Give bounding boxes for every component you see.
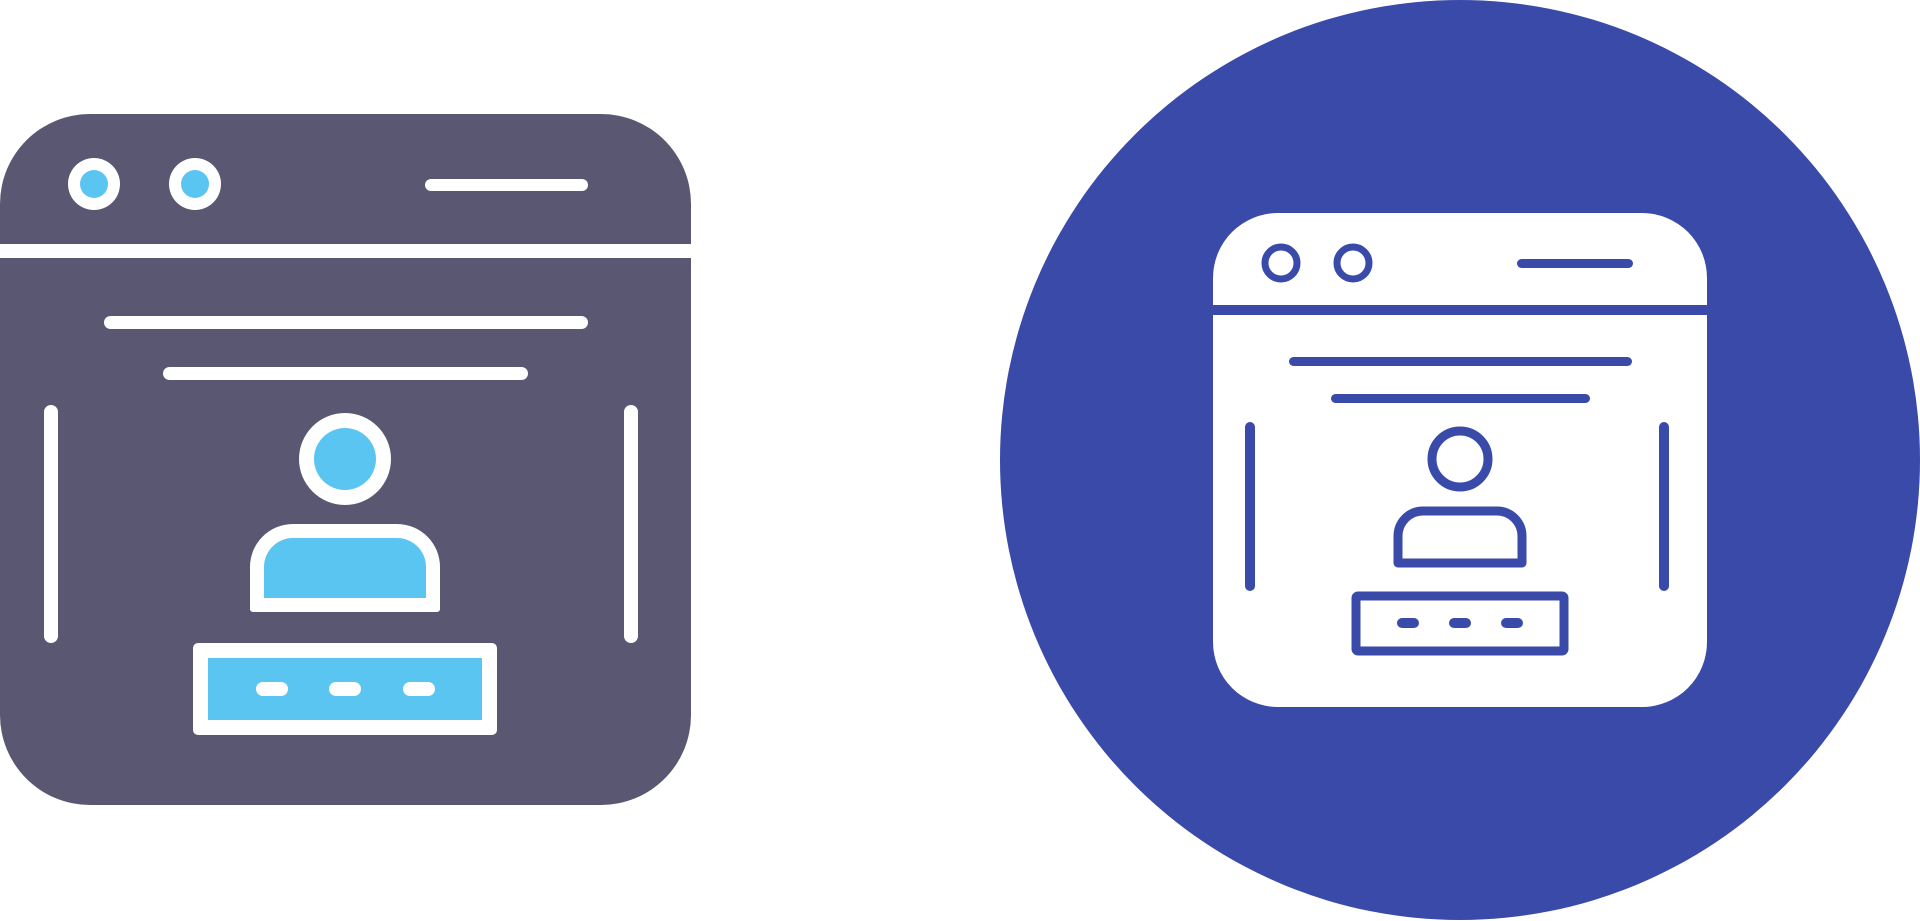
window-dot-fill xyxy=(80,170,108,198)
side-bar-right xyxy=(1659,422,1669,591)
password-dot xyxy=(256,682,288,696)
side-bar-left xyxy=(44,405,58,643)
title-bar-divider xyxy=(0,244,691,258)
text-line xyxy=(163,367,528,380)
browser-window-shape xyxy=(1213,213,1707,707)
address-bar-line xyxy=(425,179,588,191)
address-bar-line xyxy=(1517,259,1633,268)
password-dot xyxy=(403,682,435,696)
side-bar-right xyxy=(624,405,638,643)
text-line xyxy=(104,316,588,329)
side-bar-left xyxy=(1245,422,1255,591)
login-window-icon-glyph: ••• xyxy=(0,114,691,805)
text-line xyxy=(1289,357,1632,366)
login-window-icon-circle xyxy=(1000,0,1920,920)
password-dot xyxy=(1501,618,1523,628)
window-dot-fill xyxy=(181,170,209,198)
text-line xyxy=(1331,394,1590,403)
user-head-fill xyxy=(314,428,376,490)
password-dot xyxy=(1449,618,1471,628)
password-dot xyxy=(329,682,361,696)
password-dot xyxy=(1397,618,1419,628)
title-bar-divider xyxy=(1213,305,1707,315)
icon-canvas: ••• xyxy=(0,0,1920,920)
user-body-fill xyxy=(264,538,426,598)
